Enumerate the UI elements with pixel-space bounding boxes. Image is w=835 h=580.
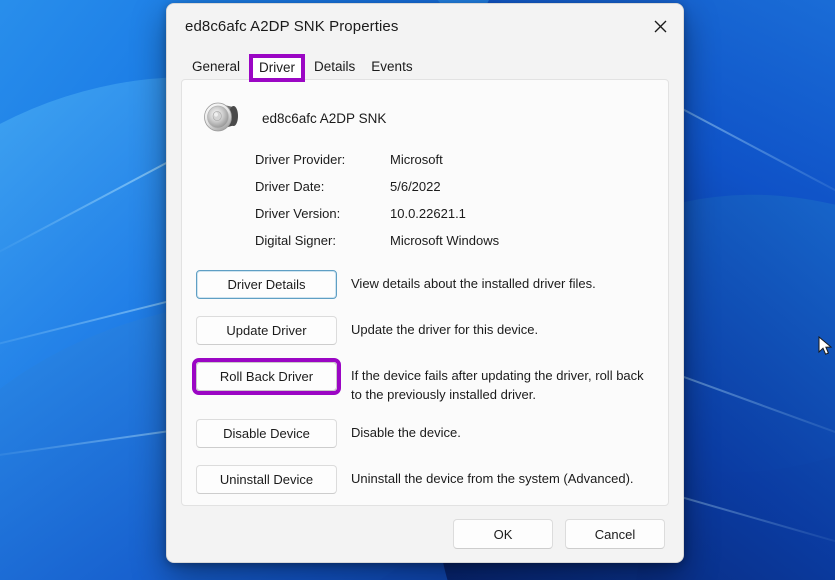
desktop-background: ed8c6afc A2DP SNK Properties General Dri… — [0, 0, 835, 580]
tab-strip: General Driver Details Events — [167, 49, 683, 82]
roll-back-driver-description: If the device fails after updating the d… — [351, 368, 644, 402]
disable-device-description: Disable the device. — [351, 424, 461, 440]
driver-details-button-wrap: Driver Details — [196, 270, 337, 299]
digital-signer-label: Digital Signer: — [255, 233, 336, 248]
dialog-title: ed8c6afc A2DP SNK Properties — [185, 18, 399, 35]
driver-version-label: Driver Version: — [255, 206, 341, 221]
tab-details[interactable]: Details — [307, 57, 362, 78]
update-driver-button-wrap: Update Driver — [196, 316, 337, 345]
digital-signer-value: Microsoft Windows — [390, 233, 500, 248]
uninstall-device-description: Uninstall the device from the system (Ad… — [351, 470, 634, 486]
uninstall-device-button-wrap: Uninstall Device — [196, 464, 337, 494]
close-icon[interactable] — [637, 4, 683, 49]
update-driver-button[interactable]: Update Driver — [196, 316, 337, 345]
action-row-update-driver: Update Driver Update the driver for this… — [196, 316, 668, 348]
dialog-title-bar: ed8c6afc A2DP SNK Properties — [167, 4, 683, 49]
action-row-uninstall-device: Uninstall Device Uninstall the device fr… — [196, 464, 668, 497]
tab-label: General — [192, 59, 241, 74]
action-row-disable-device: Disable Device Disable the device. — [196, 418, 668, 451]
roll-back-driver-button[interactable]: Roll Back Driver — [196, 362, 337, 391]
device-header: ed8c6afc A2DP SNK — [182, 80, 668, 142]
tab-label: Driver — [259, 60, 296, 75]
driver-actions: Driver Details View details about the in… — [182, 270, 668, 497]
driver-details-description: View details about the installed driver … — [351, 276, 596, 291]
uninstall-device-button[interactable]: Uninstall Device — [196, 464, 337, 494]
tab-events[interactable]: Events — [364, 57, 419, 78]
tab-driver[interactable]: Driver — [249, 54, 306, 82]
driver-version-value: 10.0.22621.1 — [390, 206, 466, 221]
driver-info-list: Driver Provider: Microsoft Driver Date: … — [182, 152, 668, 248]
disable-device-button[interactable]: Disable Device — [196, 418, 337, 448]
driver-date-value: 5/6/2022 — [390, 179, 441, 194]
roll-back-driver-button-wrap: Roll Back Driver — [192, 358, 341, 395]
update-driver-description: Update the driver for this device. — [351, 322, 539, 337]
cancel-button[interactable]: Cancel — [565, 519, 665, 549]
tab-general[interactable]: General — [185, 57, 247, 78]
action-row-driver-details: Driver Details View details about the in… — [196, 270, 668, 302]
tab-label: Events — [371, 59, 413, 74]
action-row-roll-back-driver: Roll Back Driver If the device fails aft… — [192, 358, 668, 405]
driver-date-label: Driver Date: — [255, 179, 325, 194]
speaker-icon — [204, 102, 238, 132]
driver-tab-panel: ed8c6afc A2DP SNK Driver Provider: Micro… — [181, 79, 669, 506]
driver-provider-label: Driver Provider: — [255, 152, 346, 167]
driver-provider-value: Microsoft — [390, 152, 443, 167]
arrow-cursor — [818, 336, 833, 355]
ok-button[interactable]: OK — [453, 519, 553, 549]
device-name: ed8c6afc A2DP SNK — [262, 110, 387, 126]
tab-label: Details — [314, 59, 356, 74]
driver-details-button[interactable]: Driver Details — [196, 270, 337, 299]
disable-device-button-wrap: Disable Device — [196, 418, 337, 448]
device-properties-dialog: ed8c6afc A2DP SNK Properties General Dri… — [166, 3, 684, 563]
dialog-footer: OK Cancel — [167, 506, 683, 562]
